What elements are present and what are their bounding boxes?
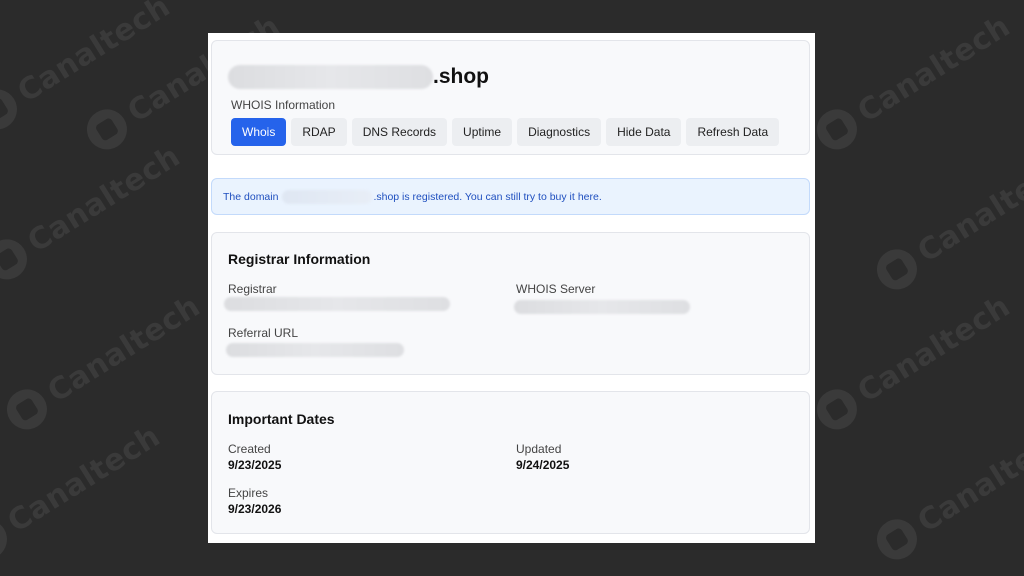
canaltech-logo-icon	[79, 101, 135, 157]
expires-value: 9/23/2026	[228, 502, 282, 516]
canaltech-logo-icon	[0, 381, 55, 437]
refresh-data-button[interactable]: Refresh Data	[686, 118, 780, 146]
tab-uptime[interactable]: Uptime	[452, 118, 513, 146]
redacted-domain-name	[282, 189, 373, 204]
notice-text: .shop is registered. You can still try t…	[373, 190, 575, 203]
watermark: Canaltech	[0, 136, 188, 287]
redacted-referral-url	[226, 343, 404, 357]
domain-title: .shop	[228, 65, 489, 89]
registered-notice: The domain .shop is registered. You can …	[211, 178, 810, 215]
canaltech-logo-icon	[869, 241, 925, 297]
canaltech-logo-icon	[809, 101, 865, 157]
whois-server-label: WHOIS Server	[516, 282, 596, 296]
referral-url-label: Referral URL	[228, 326, 299, 340]
watermark: Canaltech	[869, 416, 1024, 567]
canaltech-logo-icon	[869, 511, 925, 567]
important-dates-panel: Important Dates Created 9/23/2025 Update…	[211, 391, 810, 534]
watermark: Canaltech	[809, 6, 1017, 157]
buy-domain-link[interactable]: here.	[578, 191, 602, 203]
domain-header: .shop WHOIS Information Whois RDAP DNS R…	[211, 40, 810, 155]
section-title: Important Dates	[228, 411, 335, 427]
expires-label: Expires	[228, 486, 269, 500]
tab-dns-records[interactable]: DNS Records	[351, 118, 448, 146]
created-label: Created	[228, 442, 271, 456]
watermark: Canaltech	[869, 146, 1024, 297]
updated-label: Updated	[516, 442, 562, 456]
watermark: Canaltech	[0, 416, 168, 567]
section-title: Registrar Information	[228, 251, 371, 267]
notice-prefix: The domain	[223, 190, 279, 203]
redacted-domain-name	[228, 65, 433, 89]
updated-value: 9/24/2025	[516, 458, 570, 472]
tab-diagnostics[interactable]: Diagnostics	[517, 118, 602, 146]
tab-bar: Whois RDAP DNS Records Uptime Diagnostic…	[231, 118, 780, 146]
watermark: Canaltech	[809, 286, 1017, 437]
registrar-label: Registrar	[228, 282, 277, 296]
created-value: 9/23/2025	[228, 458, 282, 472]
page-subtitle: WHOIS Information	[231, 98, 336, 112]
watermark: Canaltech	[0, 286, 208, 437]
registrar-panel: Registrar Information Registrar WHOIS Se…	[211, 232, 810, 375]
redacted-whois-server	[514, 300, 690, 314]
domain-suffix: .shop	[433, 65, 489, 88]
tab-whois[interactable]: Whois	[231, 118, 287, 146]
redacted-registrar	[224, 297, 450, 311]
tab-rdap[interactable]: RDAP	[291, 118, 347, 146]
hide-data-button[interactable]: Hide Data	[606, 118, 682, 146]
whois-screenshot: .shop WHOIS Information Whois RDAP DNS R…	[208, 33, 815, 543]
canaltech-logo-icon	[809, 381, 865, 437]
